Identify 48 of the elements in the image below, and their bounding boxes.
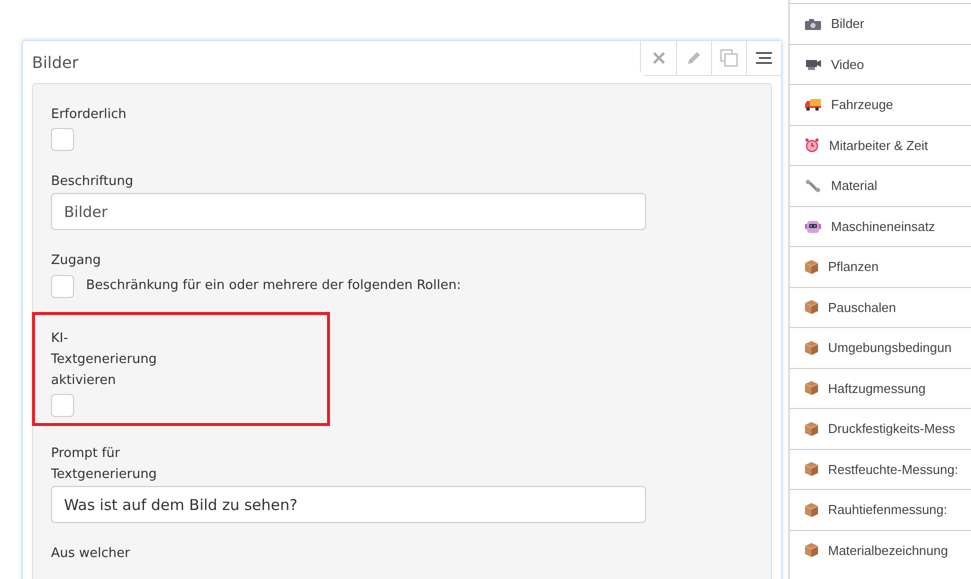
copy-icon: [720, 49, 738, 67]
wrench-icon: [805, 178, 821, 193]
sidebar-item[interactable]: Restfeuchte-Messung:: [790, 448, 971, 489]
sidebar-item[interactable]: Umgebungsbedingun: [790, 327, 971, 368]
sidebar-item[interactable]: Maschineneinsatz: [790, 206, 971, 246]
box-icon: [805, 300, 818, 314]
pencil-icon: [686, 50, 702, 66]
video-camera-icon: [805, 58, 821, 70]
sidebar-item[interactable]: Haftzugmessung: [790, 368, 971, 408]
field-label: Erforderlich: [51, 106, 128, 124]
edit-button[interactable]: [676, 41, 711, 75]
truck-icon: [805, 98, 821, 111]
box-icon: [805, 462, 818, 476]
box-icon: [805, 340, 818, 355]
checkbox[interactable]: [51, 128, 74, 151]
field-label: Prompt für Textgenerierung: [51, 445, 158, 484]
sidebar-item[interactable]: Rauhtiefenmessung:: [790, 489, 971, 530]
field-label: Zugang: [51, 252, 102, 270]
sidebar-item[interactable]: Druckfestigkeits-Mess: [790, 408, 971, 448]
delete-button[interactable]: [641, 41, 676, 75]
checkbox[interactable]: [51, 275, 74, 298]
sidebar-item[interactable]: Bilder: [790, 3, 971, 44]
camera-icon: [805, 18, 821, 30]
checkbox-label: Beschränkung für ein oder mehrere der folgenden Rollen:: [86, 278, 461, 292]
field-label: Aus welcher: [51, 545, 132, 563]
close-icon: [652, 51, 666, 65]
input-field[interactable]: Was ist auf dem Bild zu sehen?: [51, 486, 646, 523]
field-label: KI- Textgenerierung aktivieren: [51, 330, 158, 390]
robot-icon: [805, 218, 821, 234]
box-icon: [805, 381, 818, 396]
sidebar-item[interactable]: Fahrzeuge: [790, 84, 971, 124]
sidebar-item[interactable]: Material: [790, 165, 971, 206]
sidebar-item[interactable]: Materialbezeichnung: [790, 530, 971, 570]
sidebar-item[interactable]: Pauschalen: [790, 286, 971, 327]
sidebar-item[interactable]: Pflanzen: [790, 246, 971, 286]
box-icon: [805, 260, 818, 274]
panel-title: Bilder: [32, 52, 78, 72]
menu-button[interactable]: [746, 41, 781, 75]
box-icon: [805, 543, 818, 558]
menu-icon: [756, 52, 772, 64]
sidebar-item[interactable]: Mitarbeiter & Zeit: [790, 124, 971, 165]
checkbox[interactable]: [51, 394, 74, 417]
field-label: Beschriftung: [51, 173, 134, 191]
box-icon: [805, 422, 818, 436]
input-field[interactable]: Bilder: [51, 193, 646, 230]
box-icon: [805, 502, 818, 517]
alarm-clock-icon: [805, 138, 819, 153]
sidebar-item[interactable]: Video: [790, 44, 971, 84]
